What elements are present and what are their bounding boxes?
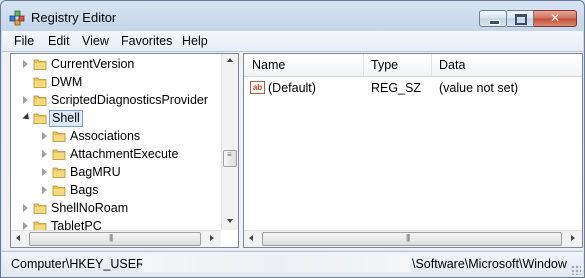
tree-node-label: Bags [70, 183, 99, 197]
grip-icon: ≡ [227, 150, 232, 159]
expand-arrow-icon[interactable] [23, 96, 28, 104]
expand-arrow-icon[interactable] [23, 222, 28, 230]
expand-arrow-icon[interactable] [23, 60, 28, 68]
folder-open-icon [33, 113, 47, 124]
maximize-button[interactable] [507, 10, 534, 27]
list-header: Name Type Data [244, 54, 582, 77]
folder-icon [33, 203, 47, 214]
scroll-up-icon[interactable] [227, 58, 233, 62]
tree-node-label: DWM [51, 75, 83, 89]
string-value-icon: ab [250, 81, 265, 94]
redacted-region [142, 255, 410, 272]
tree-node-label: ScriptedDiagnosticsProvider [51, 93, 209, 107]
menu-favorites[interactable]: Favorites [121, 34, 172, 48]
value-name: (Default) [268, 81, 316, 95]
tree-node-label: Associations [70, 129, 141, 143]
column-divider[interactable] [363, 54, 364, 76]
scroll-right-icon[interactable] [571, 235, 575, 241]
close-icon: ✕ [549, 11, 561, 25]
column-header-name[interactable]: Name [252, 58, 285, 72]
registry-editor-window: Registry Editor ✕ File Edit View Favorit… [0, 0, 585, 278]
registry-key-tree[interactable]: CurrentVersion DWM ScriptedDiagnosticsProv… [10, 53, 239, 248]
grip-icon: ||| [406, 233, 410, 242]
scroll-left-icon[interactable] [16, 235, 20, 241]
column-header-type[interactable]: Type [371, 58, 398, 72]
tree-horizontal-scrollbar[interactable]: ||| [11, 230, 221, 247]
menu-edit[interactable]: Edit [48, 34, 70, 48]
close-button[interactable]: ✕ [534, 10, 577, 27]
column-divider[interactable] [431, 54, 432, 76]
tree-node-label-selected: Shell [49, 110, 83, 127]
scroll-down-icon[interactable] [227, 219, 233, 223]
resize-grip-icon[interactable] [571, 265, 581, 275]
registry-app-icon [9, 10, 25, 26]
value-type: REG_SZ [371, 81, 422, 95]
tree-horizontal-scroll-thumb[interactable]: ||| [29, 232, 201, 246]
folder-icon [33, 95, 47, 106]
status-path-end: \Software\Microsoft\Window [412, 257, 567, 271]
folder-icon [52, 131, 66, 142]
expand-arrow-icon[interactable] [23, 204, 28, 212]
menu-help[interactable]: Help [182, 34, 208, 48]
scroll-right-icon[interactable] [210, 235, 214, 241]
client-area: CurrentVersion DWM ScriptedDiagnosticsProv… [2, 52, 583, 250]
title-bar[interactable]: Registry Editor ✕ [1, 1, 584, 35]
tree-node-label: BagMRU [70, 165, 121, 179]
status-path-start: Computer\HKEY_USERS\ [11, 257, 157, 271]
scroll-left-icon[interactable] [249, 235, 253, 241]
folder-icon [33, 77, 47, 88]
folder-icon [33, 59, 47, 70]
status-bar: Computer\HKEY_USERS\ \Software\Microsoft… [2, 251, 583, 277]
folder-icon [52, 149, 66, 160]
expand-arrow-icon[interactable] [42, 150, 47, 158]
folder-icon [52, 185, 66, 196]
tree-vertical-scroll-thumb[interactable]: ≡ [223, 150, 237, 167]
tree-node-label: AttachmentExecute [70, 147, 179, 161]
folder-icon [52, 167, 66, 178]
collapse-arrow-icon[interactable] [22, 112, 32, 123]
menu-bar: File Edit View Favorites Help [2, 31, 583, 52]
list-horizontal-scrollbar[interactable]: ||| [244, 230, 582, 247]
registry-values-list[interactable]: Name Type Data ab (Default) REG_SZ (valu… [243, 53, 583, 248]
value-row[interactable]: ab (Default) REG_SZ (value not set) [244, 79, 582, 97]
grip-icon: ||| [109, 233, 113, 242]
tree-node-label: CurrentVersion [51, 57, 135, 71]
expand-arrow-icon[interactable] [42, 132, 47, 140]
value-data: (value not set) [439, 81, 519, 95]
list-horizontal-scroll-thumb[interactable]: ||| [262, 232, 562, 246]
expand-arrow-icon[interactable] [42, 168, 47, 176]
expand-arrow-icon[interactable] [42, 186, 47, 194]
minimize-button[interactable] [479, 10, 507, 27]
menu-file[interactable]: File [14, 34, 34, 48]
tree-vertical-scrollbar[interactable]: ≡ [221, 54, 238, 230]
menu-view[interactable]: View [82, 34, 109, 48]
window-title: Registry Editor [31, 10, 117, 25]
column-header-data[interactable]: Data [439, 58, 465, 72]
tree-node-label: ShellNoRoam [51, 201, 129, 215]
